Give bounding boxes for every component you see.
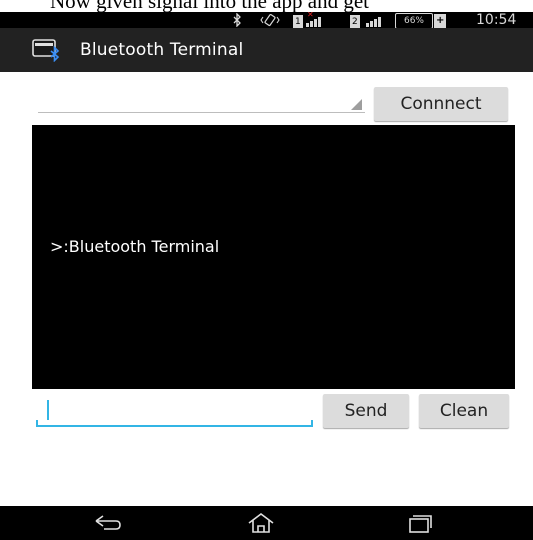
caption-text: Now given signal into the app and get	[50, 0, 370, 12]
recent-apps-icon[interactable]	[402, 512, 436, 534]
terminal-output-area: >:Bluetooth Terminal	[32, 125, 515, 389]
terminal-output-text: >:Bluetooth Terminal	[50, 237, 220, 256]
action-bar: Bluetooth Terminal	[0, 28, 533, 72]
spinner-dropdown-icon	[351, 99, 362, 110]
connect-button[interactable]: Connnect	[374, 87, 508, 121]
sim2-badge: 2	[350, 15, 360, 29]
clean-button[interactable]: Clean	[419, 394, 509, 428]
sim1-badge: 1	[293, 15, 303, 29]
document-caption-fragment: Now given signal into the app and get	[0, 0, 533, 12]
bluetooth-icon	[232, 12, 242, 28]
message-input[interactable]	[40, 398, 305, 423]
send-button[interactable]: Send	[323, 394, 409, 428]
signal-icon-sim2	[366, 13, 381, 27]
status-bar: 1 ✕ 2 66% + 10:54	[0, 10, 533, 29]
back-icon[interactable]	[90, 512, 124, 534]
bluetooth-terminal-app-icon	[32, 38, 62, 63]
battery-icon: 66%	[395, 13, 433, 29]
status-clock: 10:54	[476, 12, 517, 28]
message-input-container[interactable]	[36, 398, 313, 427]
navigation-bar	[0, 506, 533, 540]
vibrate-icon	[260, 13, 280, 27]
app-title: Bluetooth Terminal	[80, 40, 244, 60]
charging-indicator: +	[434, 14, 447, 28]
text-cursor	[47, 400, 49, 420]
home-icon[interactable]	[244, 512, 278, 534]
device-spinner[interactable]	[38, 88, 365, 113]
